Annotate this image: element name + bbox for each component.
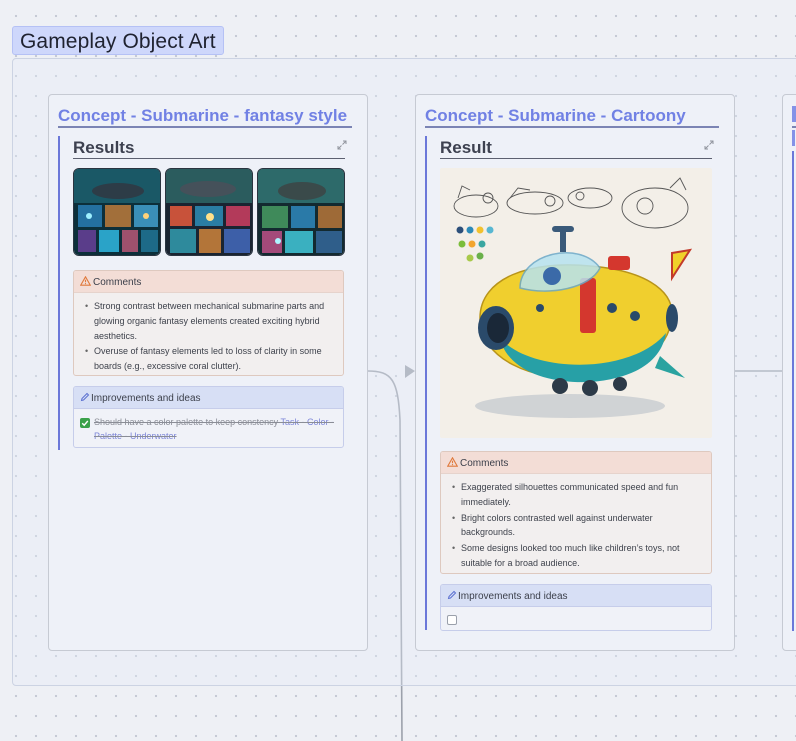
section-title: Results <box>73 138 135 157</box>
improvements-box: Improvements and ideas <box>440 584 712 631</box>
card-submarine-cartoony[interactable]: Concept - Submarine - Cartoony Result Co… <box>415 94 735 651</box>
section-accent-bar <box>792 151 794 631</box>
checkmark-icon <box>81 420 89 427</box>
todo-label: Should have a color palette to keep cons… <box>94 417 281 427</box>
comments-label: Comments <box>460 458 509 469</box>
improvements-label: Improvements and ideas <box>91 393 201 404</box>
title-underline <box>58 126 352 128</box>
comments-box: Comments Strong contrast between mechani… <box>73 270 344 376</box>
todo-checkbox[interactable] <box>80 418 90 428</box>
comments-list: Strong contrast between mechanical subma… <box>74 293 343 374</box>
comments-header[interactable]: Comments <box>74 271 343 293</box>
card-partial-right[interactable] <box>782 94 796 651</box>
expand-icon[interactable] <box>704 140 714 150</box>
pencil-icon <box>80 392 90 402</box>
comments-header[interactable]: Comments <box>441 452 711 474</box>
card-title: Concept - Submarine - fantasy style <box>58 106 348 125</box>
card-title-fragment <box>792 130 795 146</box>
improvements-header[interactable]: Improvements and ideas <box>441 585 711 607</box>
todo-checkbox[interactable] <box>447 615 457 625</box>
comments-label: Comments <box>93 277 142 288</box>
pencil-icon <box>447 590 457 600</box>
comments-box: Comments Exaggerated silhouettes communi… <box>440 451 712 574</box>
result-image-submarine[interactable] <box>440 168 712 438</box>
title-underline <box>425 126 719 128</box>
section-accent-bar <box>58 136 60 450</box>
warning-icon <box>447 457 458 467</box>
comment-item: Overuse of fantasy elements led to loss … <box>85 344 335 374</box>
warning-icon <box>80 276 91 286</box>
comment-item: Some designs looked too much like childr… <box>452 541 703 571</box>
card-submarine-fantasy[interactable]: Concept - Submarine - fantasy style Resu… <box>48 94 368 651</box>
improvements-header[interactable]: Improvements and ideas <box>74 387 343 409</box>
comment-item: Bright colors contrasted well against un… <box>452 511 703 541</box>
card-title: Concept - Submarine - Cartoony <box>425 106 686 125</box>
todo-text[interactable]: Should have a color palette to keep cons… <box>94 415 342 443</box>
result-image-1[interactable] <box>73 168 161 256</box>
comment-item: Exaggerated silhouettes communicated spe… <box>452 480 703 510</box>
section-title: Result <box>440 138 492 157</box>
comments-list: Exaggerated silhouettes communicated spe… <box>441 474 711 571</box>
section-accent-bar <box>425 136 427 630</box>
improvements-box: Improvements and ideas Should have a col… <box>73 386 344 448</box>
section-underline <box>440 158 712 159</box>
title-underline <box>792 126 796 128</box>
improvements-label: Improvements and ideas <box>458 591 568 602</box>
result-image-3[interactable] <box>257 168 345 256</box>
section-underline <box>73 158 345 159</box>
comment-item: Strong contrast between mechanical subma… <box>85 299 335 343</box>
card-title-fragment <box>792 106 796 122</box>
result-image-2[interactable] <box>165 168 253 256</box>
group-label[interactable]: Gameplay Object Art <box>12 26 224 55</box>
expand-icon[interactable] <box>337 140 347 150</box>
